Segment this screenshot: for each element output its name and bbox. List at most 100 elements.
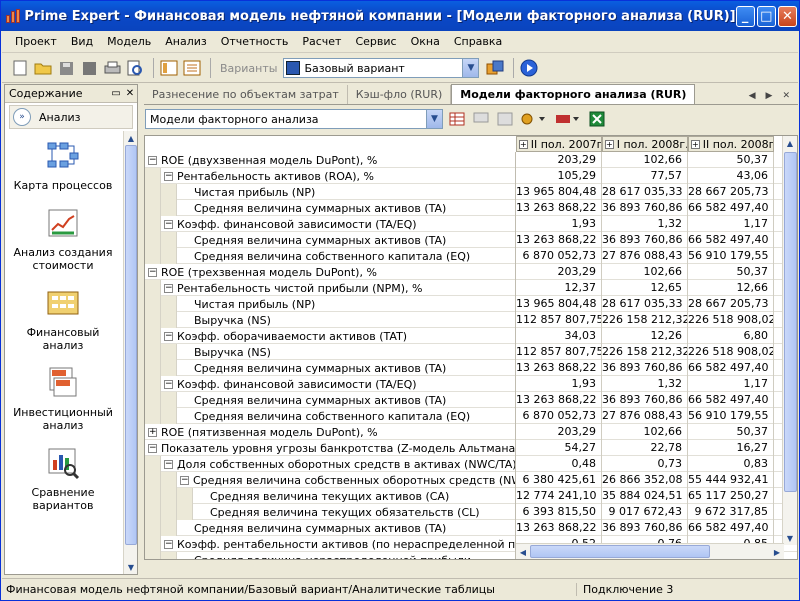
table-row[interactable]: − Средняя величина собственных оборотных … <box>145 472 797 488</box>
expand-column-icon[interactable]: + <box>605 139 614 149</box>
collapse-icon[interactable]: − <box>164 459 173 469</box>
column-header-2[interactable]: + I пол. 2008г. <box>602 136 688 152</box>
collapse-icon[interactable]: − <box>164 171 173 181</box>
tab-close-icon[interactable]: ✕ <box>782 91 790 101</box>
table-row[interactable]: Средняя величина суммарных активов (TA) 1… <box>145 232 797 248</box>
menu-item-1[interactable]: Проект <box>8 33 64 50</box>
table-row[interactable]: − ROE (трехзвенная модель DuPont), % 203,2… <box>145 264 797 280</box>
collapse-icon[interactable]: − <box>164 539 173 549</box>
collapse-icon[interactable]: − <box>148 443 157 453</box>
table-row[interactable]: Средняя величина суммарных активов (TA) 1… <box>145 360 797 376</box>
table-row[interactable]: Средняя величина суммарных активов (TA) 1… <box>145 392 797 408</box>
table-row[interactable]: Выручка (NS) 112 857 807,75 226 158 212,32… <box>145 344 797 360</box>
save-icon[interactable] <box>56 58 76 78</box>
scroll-thumb[interactable] <box>125 145 137 545</box>
chevron-down-icon[interactable]: ▼ <box>426 110 442 128</box>
table-row[interactable]: − Показатель уровня угрозы банкротства (Z… <box>145 440 797 456</box>
table-row[interactable]: + ROE (пятизвенная модель DuPont), % 203,2… <box>145 424 797 440</box>
tab-3[interactable]: Модели факторного анализа (RUR) <box>451 84 696 104</box>
collapse-icon[interactable]: − <box>180 475 189 485</box>
expand-column-icon[interactable]: + <box>519 139 528 149</box>
variant-select[interactable]: Базовый вариант ▼ <box>283 58 480 78</box>
save-all-icon[interactable] <box>79 58 99 78</box>
table-row[interactable]: − Доля собственных оборотных средств в ак… <box>145 456 797 472</box>
table-row[interactable]: − Коэфф. финансовой зависимости (TA/EQ) 1,… <box>145 216 797 232</box>
sidebar-item-3[interactable]: Финансовый анализ <box>5 286 121 358</box>
scroll-down-icon[interactable]: ▼ <box>124 560 138 574</box>
model-select[interactable]: Модели факторного анализа ▼ <box>145 109 443 129</box>
variants-manager-icon[interactable] <box>485 58 505 78</box>
menu-item-7[interactable]: Сервис <box>348 33 403 50</box>
layout-list-icon[interactable] <box>182 58 202 78</box>
menu-item-9[interactable]: Справка <box>447 33 509 50</box>
layout-panel-icon[interactable] <box>159 58 179 78</box>
table-row[interactable]: Чистая прибыль (NP) 13 965 804,48 28 617 0… <box>145 184 797 200</box>
expand-icon[interactable]: + <box>148 427 157 437</box>
column-header-1[interactable]: + II пол. 2007г. <box>516 136 602 152</box>
scroll-down-icon[interactable]: ▼ <box>783 531 797 545</box>
table-row[interactable]: − Рентабельность чистой прибыли (NPM), % 1… <box>145 280 797 296</box>
menu-item-4[interactable]: Анализ <box>158 33 214 50</box>
grid-vertical-scrollbar[interactable]: ▲ ▼ <box>782 136 797 545</box>
collapse-icon[interactable]: − <box>148 155 157 165</box>
tab-next-icon[interactable]: ▶ <box>766 91 773 101</box>
excel-export-icon[interactable] <box>587 109 607 129</box>
table-row[interactable]: Средняя величина текущих активов (CA) 12 … <box>145 488 797 504</box>
export-icon[interactable] <box>495 109 515 129</box>
sidebar-item-4[interactable]: Инвестиционный анализ <box>5 366 121 438</box>
table-row[interactable]: Средняя величина собственного капитала (… <box>145 248 797 264</box>
collapse-icon[interactable]: − <box>164 219 173 229</box>
scroll-thumb[interactable] <box>530 545 710 558</box>
table-row[interactable]: Чистая прибыль (NP) 13 965 804,48 28 617 0… <box>145 296 797 312</box>
sidebar-item-1[interactable]: Карта процессов <box>5 139 121 198</box>
scroll-thumb[interactable] <box>784 152 797 492</box>
menu-item-2[interactable]: Вид <box>64 33 100 50</box>
table-row[interactable]: − Рентабельность активов (ROA), % 105,29 77… <box>145 168 797 184</box>
collapse-icon[interactable]: − <box>164 331 173 341</box>
open-folder-icon[interactable] <box>33 58 53 78</box>
section-analysis[interactable]: » Анализ <box>9 105 133 129</box>
menu-item-3[interactable]: Модель <box>100 33 158 50</box>
title-bar[interactable]: Prime Expert - Финансовая модель нефтяно… <box>1 1 799 31</box>
run-calculation-icon[interactable] <box>519 58 539 78</box>
minimize-button[interactable]: _ <box>735 5 755 27</box>
table-row[interactable]: Выручка (NS) 112 857 807,75 226 158 212,32… <box>145 312 797 328</box>
scroll-left-icon[interactable]: ◀ <box>516 545 530 559</box>
table-row[interactable]: Средняя величина собственного капитала (… <box>145 408 797 424</box>
table-row[interactable]: − ROE (двухзвенная модель DuPont), % 203,2… <box>145 152 797 168</box>
menu-item-5[interactable]: Отчетность <box>214 33 296 50</box>
table-row[interactable]: − Коэфф. финансовой зависимости (TA/EQ) 1,… <box>145 376 797 392</box>
currency-icon[interactable] <box>553 109 583 129</box>
table-row[interactable]: Средняя величина суммарных активов (TA) 1… <box>145 200 797 216</box>
table-row[interactable]: Средняя величина суммарных активов (TA) 1… <box>145 520 797 536</box>
contents-scrollbar[interactable]: ▲ ▼ <box>123 131 137 574</box>
collapse-icon[interactable]: − <box>148 267 157 277</box>
pin-icon[interactable]: ▭ <box>109 88 123 99</box>
chevron-down-icon[interactable]: ▼ <box>462 59 479 77</box>
grid-settings-icon[interactable] <box>447 109 467 129</box>
maximize-button[interactable]: □ <box>756 5 776 27</box>
scroll-up-icon[interactable]: ▲ <box>124 131 138 145</box>
expand-column-icon[interactable]: + <box>691 139 700 149</box>
print-icon[interactable] <box>102 58 122 78</box>
table-row[interactable]: − Коэфф. оборачиваемости активов (TAT) 34,… <box>145 328 797 344</box>
print-preview-icon[interactable] <box>125 58 145 78</box>
menu-item-8[interactable]: Окна <box>404 33 447 50</box>
sidebar-item-5[interactable]: Сравнение вариантов <box>5 446 121 518</box>
collapse-icon[interactable]: − <box>164 379 173 389</box>
scroll-right-icon[interactable]: ▶ <box>770 545 784 559</box>
menu-item-6[interactable]: Расчет <box>295 33 348 50</box>
collapse-icon[interactable]: − <box>164 283 173 293</box>
panel-close-icon[interactable]: ✕ <box>123 88 137 99</box>
tab-1[interactable]: Разнесение по объектам затрат <box>144 85 348 104</box>
sidebar-item-2[interactable]: Анализ создания стоимости <box>5 206 121 278</box>
comment-icon[interactable] <box>471 109 491 129</box>
scroll-up-icon[interactable]: ▲ <box>783 136 797 150</box>
column-header-3[interactable]: + II пол. 2008г. <box>688 136 774 152</box>
table-row[interactable]: Средняя величина текущих обязательств (C… <box>145 504 797 520</box>
tab-prev-icon[interactable]: ◀ <box>749 91 756 101</box>
tab-2[interactable]: Кэш-фло (RUR) <box>348 85 452 104</box>
close-button[interactable]: ✕ <box>777 5 798 27</box>
collapse-chevron-icon[interactable]: » <box>13 108 31 126</box>
filter-icon[interactable] <box>519 109 549 129</box>
